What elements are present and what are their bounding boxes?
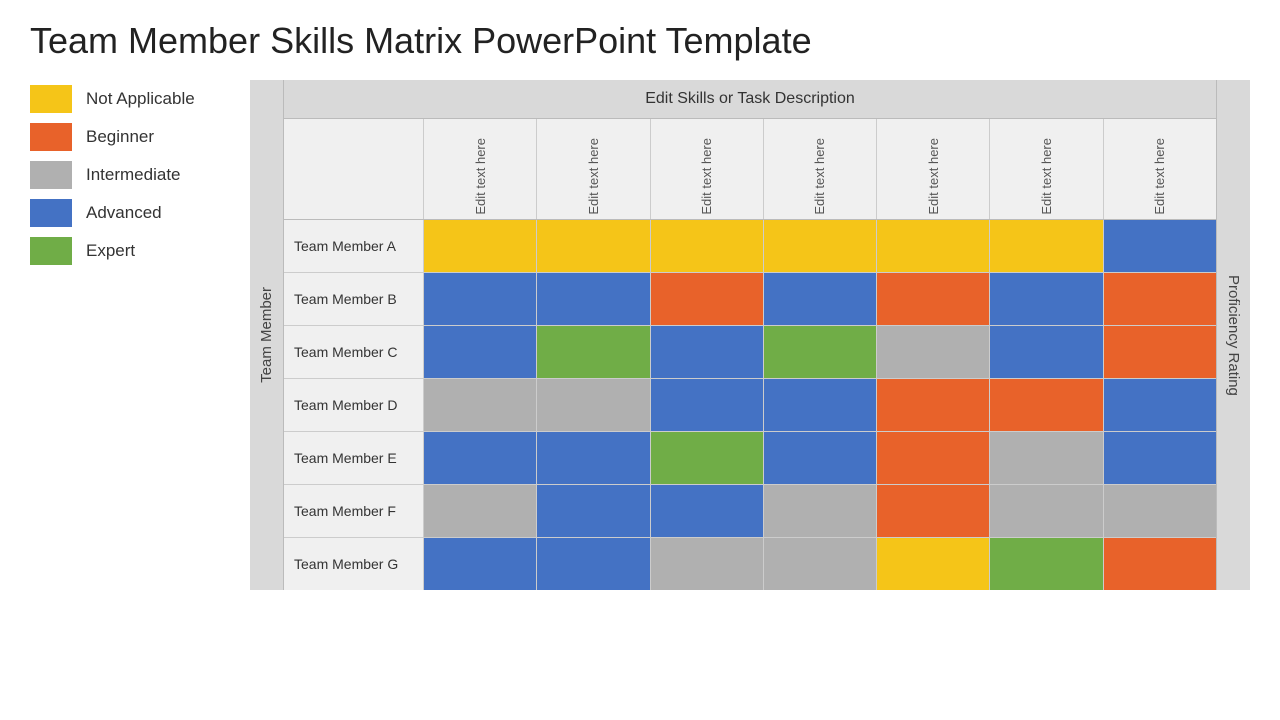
skill-cell-r4-c4 xyxy=(877,432,990,484)
col-header-5: Edit text here xyxy=(990,119,1103,219)
skill-cell-r4-c1 xyxy=(537,432,650,484)
skill-cell-r5-c4 xyxy=(877,485,990,537)
skill-cell-r3-c2 xyxy=(651,379,764,431)
col-headers-row: Edit text hereEdit text hereEdit text he… xyxy=(284,119,1216,220)
legend-color-beginner xyxy=(30,123,72,151)
skill-cell-r5-c6 xyxy=(1104,485,1216,537)
skill-cell-r5-c1 xyxy=(537,485,650,537)
skill-cell-r4-c3 xyxy=(764,432,877,484)
legend-item-advanced: Advanced xyxy=(30,199,250,227)
table-row: Team Member F xyxy=(284,485,1216,538)
skill-cell-r3-c1 xyxy=(537,379,650,431)
skill-cell-r0-c3 xyxy=(764,220,877,272)
skill-cell-r3-c4 xyxy=(877,379,990,431)
skill-cell-r0-c1 xyxy=(537,220,650,272)
skill-cell-r3-c6 xyxy=(1104,379,1216,431)
legend-label-not-applicable: Not Applicable xyxy=(86,89,195,109)
member-name-cell-0: Team Member A xyxy=(284,220,424,272)
skill-cell-r0-c5 xyxy=(990,220,1103,272)
col-header-2: Edit text here xyxy=(651,119,764,219)
skill-cell-r1-c1 xyxy=(537,273,650,325)
legend-label-beginner: Beginner xyxy=(86,127,154,147)
col-side-label: Proficiency Rating xyxy=(1216,80,1250,590)
skill-cell-r0-c6 xyxy=(1104,220,1216,272)
table-row: Team Member G xyxy=(284,538,1216,590)
matrix: Edit Skills or Task Description Edit tex… xyxy=(284,80,1216,590)
legend-color-not-applicable xyxy=(30,85,72,113)
legend-color-expert xyxy=(30,237,72,265)
skill-cell-r3-c0 xyxy=(424,379,537,431)
member-name-cell-2: Team Member C xyxy=(284,326,424,378)
skill-cell-r1-c4 xyxy=(877,273,990,325)
table-row: Team Member C xyxy=(284,326,1216,379)
table-row: Team Member A xyxy=(284,220,1216,273)
skill-cell-r4-c0 xyxy=(424,432,537,484)
skill-cell-r4-c2 xyxy=(651,432,764,484)
table-row: Team Member B xyxy=(284,273,1216,326)
skill-cell-r5-c2 xyxy=(651,485,764,537)
skill-cell-r2-c3 xyxy=(764,326,877,378)
skill-cell-r4-c5 xyxy=(990,432,1103,484)
legend-item-beginner: Beginner xyxy=(30,123,250,151)
skill-cell-r3-c3 xyxy=(764,379,877,431)
member-name-cell-5: Team Member F xyxy=(284,485,424,537)
skill-cell-r2-c5 xyxy=(990,326,1103,378)
skill-cell-r1-c2 xyxy=(651,273,764,325)
skill-cell-r6-c4 xyxy=(877,538,990,590)
legend-color-intermediate xyxy=(30,161,72,189)
member-name-cell-1: Team Member B xyxy=(284,273,424,325)
skill-cell-r5-c3 xyxy=(764,485,877,537)
skill-cell-r2-c6 xyxy=(1104,326,1216,378)
legend-color-advanced xyxy=(30,199,72,227)
legend-item-not-applicable: Not Applicable xyxy=(30,85,250,113)
skill-cell-r1-c3 xyxy=(764,273,877,325)
member-name-cell-6: Team Member G xyxy=(284,538,424,590)
skill-cell-r2-c2 xyxy=(651,326,764,378)
skill-cell-r0-c0 xyxy=(424,220,537,272)
legend-item-intermediate: Intermediate xyxy=(30,161,250,189)
col-header-0: Edit text here xyxy=(424,119,537,219)
row-side-label: Team Member xyxy=(250,80,284,590)
skill-cell-r6-c2 xyxy=(651,538,764,590)
skill-cell-r1-c6 xyxy=(1104,273,1216,325)
skill-cell-r6-c1 xyxy=(537,538,650,590)
skill-cell-r6-c5 xyxy=(990,538,1103,590)
legend-label-expert: Expert xyxy=(86,241,135,261)
member-name-cell-4: Team Member E xyxy=(284,432,424,484)
legend-label-intermediate: Intermediate xyxy=(86,165,181,185)
skill-cell-r0-c4 xyxy=(877,220,990,272)
skill-cell-r3-c5 xyxy=(990,379,1103,431)
legend: Not Applicable Beginner Intermediate Adv… xyxy=(30,80,250,590)
skill-cell-r1-c5 xyxy=(990,273,1103,325)
matrix-header: Edit Skills or Task Description xyxy=(284,80,1216,119)
table-row: Team Member E xyxy=(284,432,1216,485)
col-header-4: Edit text here xyxy=(877,119,990,219)
col-header-6: Edit text here xyxy=(1104,119,1216,219)
skill-cell-r1-c0 xyxy=(424,273,537,325)
member-col-header-blank xyxy=(284,119,424,219)
col-header-1: Edit text here xyxy=(537,119,650,219)
skill-cell-r6-c6 xyxy=(1104,538,1216,590)
skill-cell-r5-c5 xyxy=(990,485,1103,537)
col-header-3: Edit text here xyxy=(764,119,877,219)
skill-cell-r2-c0 xyxy=(424,326,537,378)
skill-cell-r2-c4 xyxy=(877,326,990,378)
skill-cell-r5-c0 xyxy=(424,485,537,537)
skill-cell-r0-c2 xyxy=(651,220,764,272)
skill-cell-r6-c0 xyxy=(424,538,537,590)
skill-cell-r4-c6 xyxy=(1104,432,1216,484)
page-title: Team Member Skills Matrix PowerPoint Tem… xyxy=(30,20,1250,62)
skill-cell-r6-c3 xyxy=(764,538,877,590)
member-name-cell-3: Team Member D xyxy=(284,379,424,431)
legend-label-advanced: Advanced xyxy=(86,203,162,223)
table-row: Team Member D xyxy=(284,379,1216,432)
skill-cell-r2-c1 xyxy=(537,326,650,378)
legend-item-expert: Expert xyxy=(30,237,250,265)
